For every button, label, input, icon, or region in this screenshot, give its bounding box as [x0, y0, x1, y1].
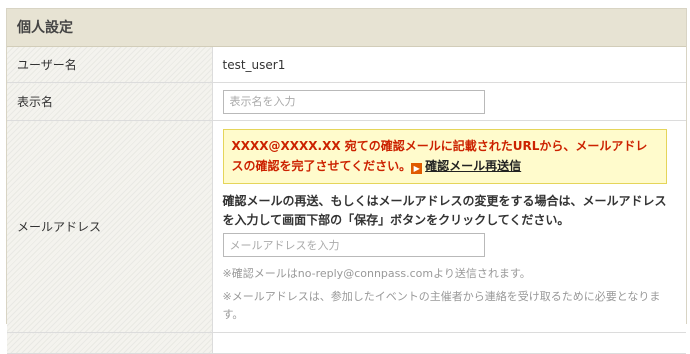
display-name-label: 表示名: [7, 82, 213, 121]
next-row-value: [212, 332, 686, 354]
resend-confirmation-link[interactable]: ▶ 確認メール再送信: [411, 159, 522, 174]
email-label: メールアドレス: [7, 120, 213, 333]
email-cell: XXXX@XXXX.XX 宛ての確認メールに記載されたURLから、メールアドレス…: [212, 120, 686, 333]
personal-settings-panel: 個人設定 ユーザー名 test_user1 表示名 メールアドレス XXXX@X…: [6, 8, 687, 354]
next-row-label: [7, 332, 213, 354]
display-name-input[interactable]: [222, 89, 485, 114]
arrow-right-icon: ▶: [411, 163, 423, 174]
table-row: ユーザー名 test_user1: [7, 47, 686, 83]
panel-title: 個人設定: [7, 9, 686, 47]
sender-note: ※確認メールはno-reply@connpass.comより送信されます。: [222, 267, 531, 280]
table-row: [7, 332, 686, 354]
resend-link-label: 確認メール再送信: [425, 159, 522, 173]
table-row: 表示名: [7, 82, 686, 121]
display-name-cell: [212, 82, 686, 121]
usage-note: ※メールアドレスは、参加したイベントの主催者から連絡を受け取るために必要となりま…: [222, 290, 661, 321]
username-value: test_user1: [212, 47, 686, 83]
email-change-instruction: 確認メールの再送、もしくはメールアドレスの変更をする場合は、メールアドレスを入力…: [222, 194, 667, 227]
username-label: ユーザー名: [7, 47, 213, 83]
email-input[interactable]: [222, 233, 485, 257]
settings-table: ユーザー名 test_user1 表示名 メールアドレス XXXX@XXXX.X…: [7, 47, 686, 354]
verification-notice: XXXX@XXXX.XX 宛ての確認メールに記載されたURLから、メールアドレス…: [222, 129, 667, 184]
table-row: メールアドレス XXXX@XXXX.XX 宛ての確認メールに記載されたURLから…: [7, 120, 686, 333]
